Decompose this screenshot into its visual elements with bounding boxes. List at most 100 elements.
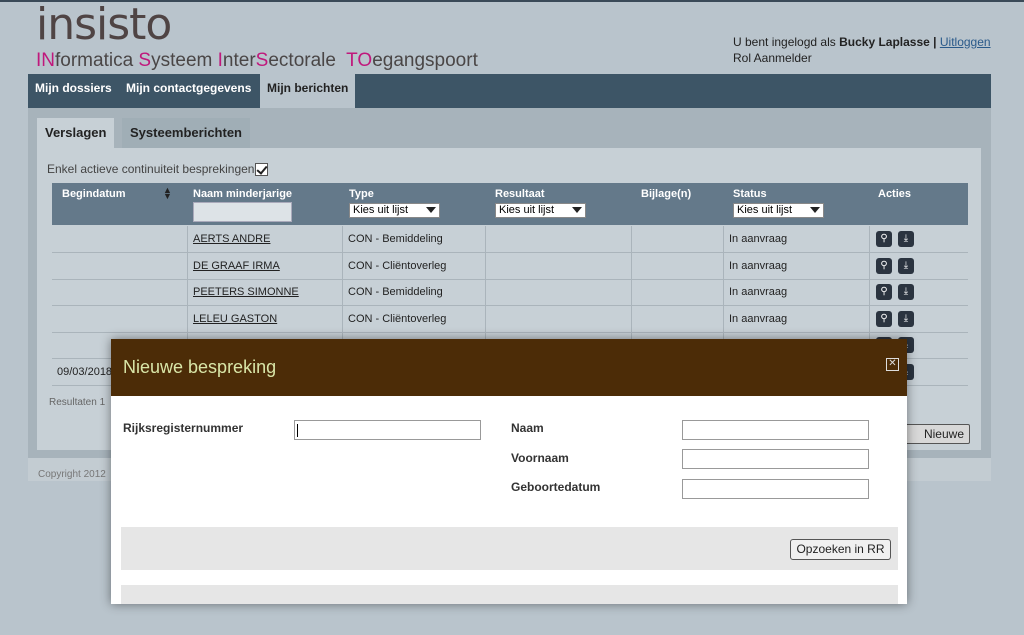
rrn-input[interactable] [294, 420, 481, 440]
user-info: U bent ingelogd als Bucky Laplasse | Uit… [733, 34, 991, 66]
attach-cell [632, 305, 724, 332]
search-icon[interactable]: ⚲ [876, 310, 892, 327]
nav-mijn-contactgegevens[interactable]: Mijn contactgegevens [119, 74, 258, 104]
type-filter-select[interactable]: Kies uit lijst [349, 203, 440, 218]
voornaam-input[interactable] [682, 449, 869, 469]
modal-title: Nieuwe bespreking [123, 357, 277, 377]
sort-icon[interactable]: ▲ ▼ [163, 186, 172, 201]
status-select-value: Kies uit lijst [737, 204, 793, 216]
date-cell [52, 226, 188, 252]
attach-cell [632, 279, 724, 306]
new-bespreking-modal: Nieuwe bespreking ✕ Rijksregisternummer … [111, 339, 907, 604]
active-filter-checkbox[interactable] [255, 162, 269, 176]
name-cell: DE GRAAF IRMA [188, 252, 343, 279]
col-status: Status [733, 188, 767, 200]
status-filter-select[interactable]: Kies uit lijst [733, 203, 824, 218]
tagline-part: TO [346, 50, 373, 71]
modal-bottom-bar [121, 585, 898, 604]
download-icon[interactable]: ⤓ [898, 231, 914, 247]
download-icon[interactable]: ⤓ [898, 310, 914, 327]
download-icon[interactable]: ⤓ [898, 284, 914, 301]
tagline-part: ectorale [268, 50, 347, 71]
type-cell: CON - Bemiddeling [343, 226, 486, 252]
nav-mijn-berichten[interactable]: Mijn berichten [260, 74, 356, 108]
status-cell: In aanvraag [724, 279, 870, 306]
result-cell [486, 305, 632, 332]
resultaat-filter-select[interactable]: Kies uit lijst [495, 203, 586, 218]
table-row: LELEU GASTON CON - Cliëntoverleg In aanvra… [52, 305, 968, 333]
table-row: DE GRAAF IRMA CON - Cliëntoverleg In aanvr… [52, 252, 968, 280]
insisto-logo: insisto [36, 0, 172, 50]
name-cell: LELEU GASTON [188, 305, 343, 332]
geboortedatum-label: Geboortedatum [511, 480, 601, 494]
date-cell [52, 252, 188, 279]
chevron-down-icon [426, 207, 436, 213]
actions-cell: ⚲⤓ [870, 253, 968, 279]
col-resultaat: Resultaat [495, 188, 545, 200]
new-bespreking-button[interactable]: Nieuwe bespreking [900, 424, 970, 444]
logout-link[interactable]: Uitloggen [940, 35, 991, 49]
opzoeken-rr-button[interactable]: Opzoeken in RR [790, 539, 891, 560]
text-caret [297, 424, 298, 437]
tab-verslagen[interactable]: Verslagen [37, 118, 115, 150]
attach-cell [632, 226, 724, 252]
type-cell: CON - Cliëntoverleg [343, 252, 486, 279]
attach-cell [632, 252, 724, 279]
tagline-part: IN [36, 50, 55, 71]
tagline-part: formatica [55, 50, 139, 71]
col-begindatum[interactable]: Begindatum [62, 188, 126, 200]
chevron-down-icon [572, 207, 582, 213]
naam-filter-input[interactable] [193, 202, 292, 222]
actions-cell: ⚲⤓ [870, 306, 968, 332]
download-icon[interactable]: ⤓ [898, 257, 914, 274]
voornaam-label: Voornaam [511, 451, 569, 465]
main-nav: Mijn dossiers Mijn contactgegevens Mijn … [28, 74, 991, 108]
actions-cell: ⚲⤓ [870, 279, 968, 305]
actions-cell: ⚲⤓ [870, 226, 968, 252]
resultaat-select-value: Kies uit lijst [499, 204, 555, 216]
col-naam: Naam minderjarige [193, 188, 293, 200]
table-row: AERTS ANDRE CON - Bemiddeling In aanvraag ⚲… [52, 226, 968, 253]
status-cell: In aanvraag [724, 305, 870, 332]
modal-action-bar: Opzoeken in RR [121, 527, 898, 570]
close-icon[interactable]: ✕ [886, 358, 899, 371]
date-cell [52, 279, 188, 306]
tab-systeemberichten[interactable]: Systeemberichten [122, 118, 250, 150]
name-cell: PEETERS SIMONNE [188, 279, 343, 306]
result-cell [486, 279, 632, 306]
tagline-part: S [138, 50, 152, 71]
copyright: Copyright 2012 [38, 469, 106, 480]
search-icon[interactable]: ⚲ [876, 231, 892, 247]
table-header: Begindatum ▲ ▼ Naam minderjarige Type Kie… [52, 183, 968, 225]
col-bijlage: Bijlage(n) [641, 188, 692, 200]
type-select-value: Kies uit lijst [353, 204, 409, 216]
name-link[interactable]: LELEU GASTON [193, 313, 277, 325]
geboortedatum-input[interactable] [682, 479, 869, 499]
user-role: Rol Aanmelder [733, 51, 812, 65]
type-cell: CON - Bemiddeling [343, 279, 486, 306]
search-icon[interactable]: ⚲ [876, 257, 892, 274]
date-cell [52, 305, 188, 332]
name-link[interactable]: PEETERS SIMONNE [193, 286, 299, 298]
col-acties: Acties [878, 188, 912, 200]
status-cell: In aanvraag [724, 252, 870, 279]
search-icon[interactable]: ⚲ [876, 284, 892, 301]
tagline-part: egangspoort [372, 50, 478, 71]
table-row: PEETERS SIMONNE CON - Bemiddeling In aanvr… [52, 279, 968, 307]
naam-input[interactable] [682, 420, 869, 440]
logged-in-prefix: U bent ingelogd als [733, 35, 836, 49]
name-link[interactable]: DE GRAAF IRMA [193, 260, 280, 272]
type-cell: CON - Cliëntoverleg [343, 305, 486, 332]
name-cell: AERTS ANDRE [188, 226, 343, 252]
modal-header: Nieuwe bespreking ✕ [111, 339, 907, 396]
status-cell: In aanvraag [724, 226, 870, 252]
result-cell [486, 226, 632, 252]
active-filter: Enkel actieve continuiteit besprekingen [47, 162, 269, 176]
chevron-down-icon [810, 207, 820, 213]
nav-mijn-dossiers[interactable]: Mijn dossiers [28, 74, 119, 104]
filter-label: Enkel actieve continuiteit besprekingen [47, 162, 255, 176]
rrn-label: Rijksregisternummer [123, 421, 244, 435]
col-type: Type [349, 188, 374, 200]
naam-label: Naam [511, 421, 544, 435]
name-link[interactable]: AERTS ANDRE [193, 233, 270, 245]
